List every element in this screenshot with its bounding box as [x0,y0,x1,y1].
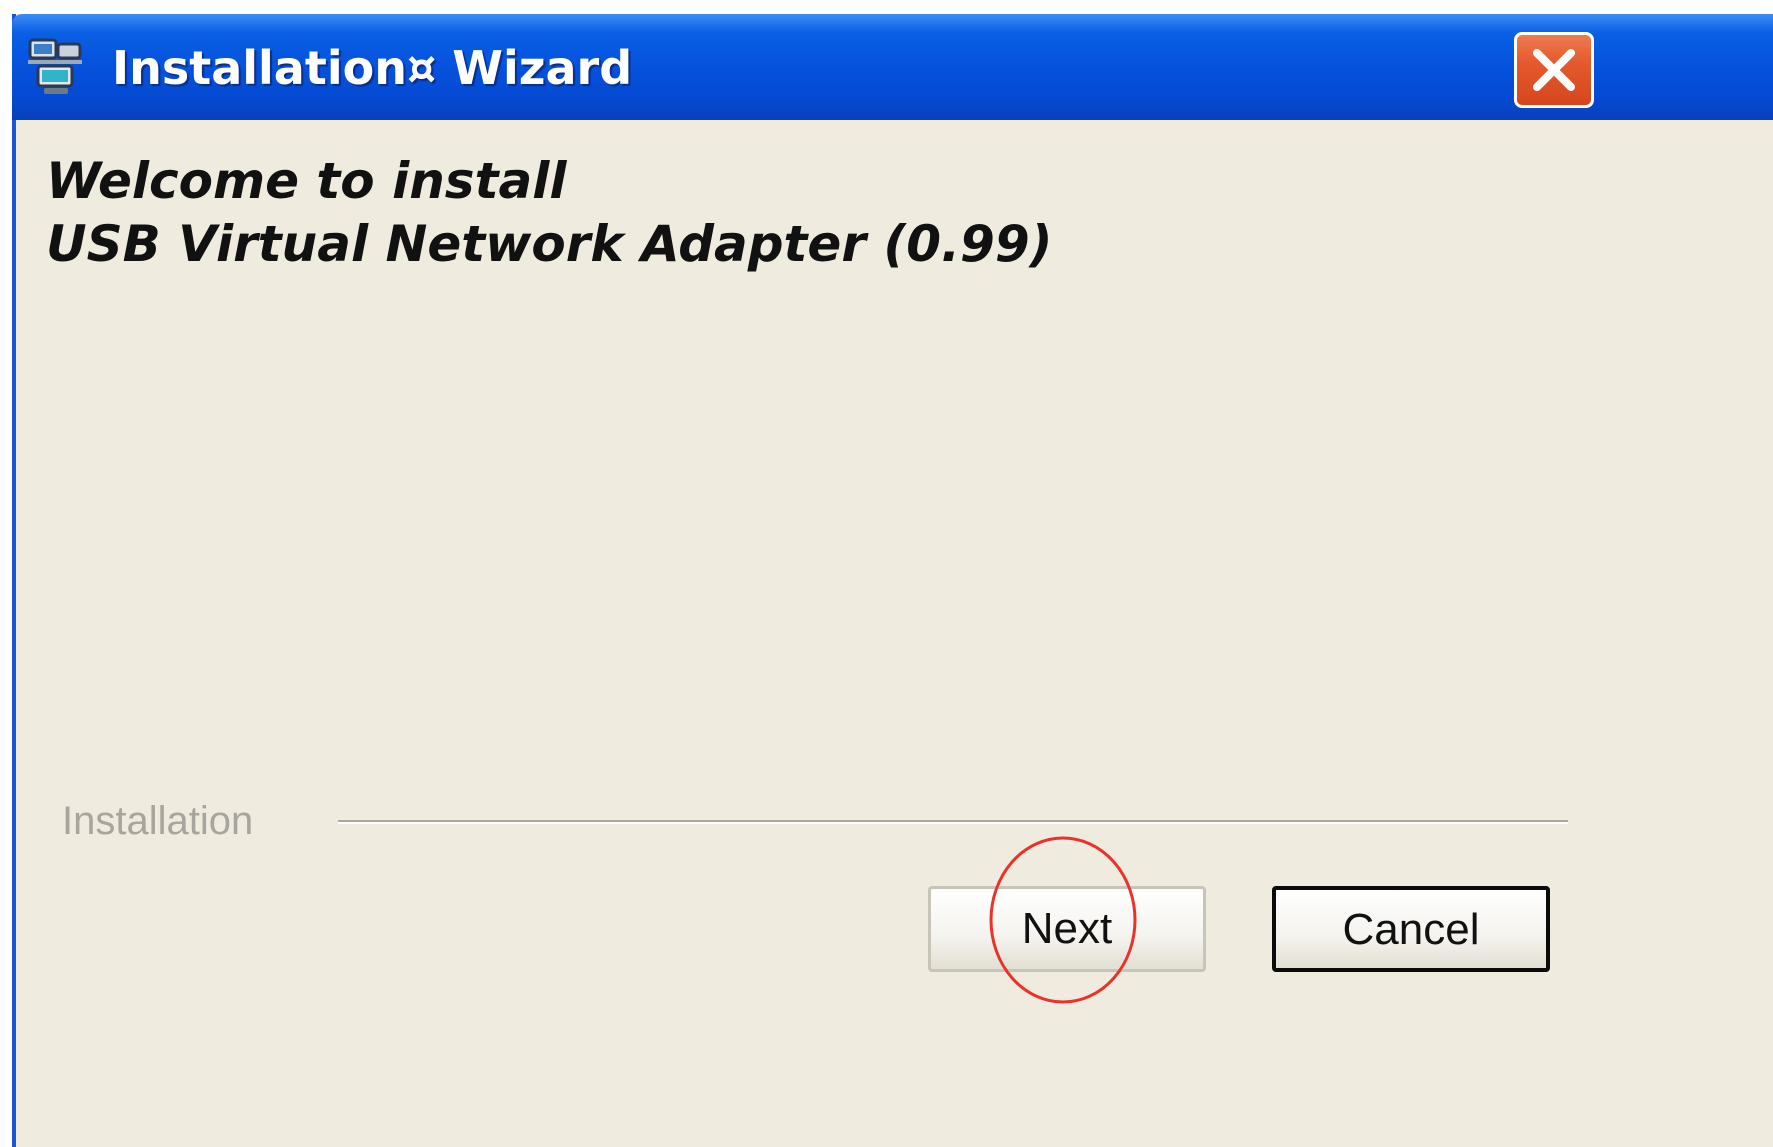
installation-group-label: Installation [62,799,254,843]
cancel-button[interactable]: Cancel [1272,886,1550,972]
network-computers-icon [24,36,86,98]
product-name-heading: USB Virtual Network Adapter (0.99) [46,215,1053,273]
separator-line [338,820,1568,824]
close-button[interactable] [1514,32,1594,108]
next-button[interactable]: Next [928,886,1206,972]
welcome-heading: Welcome to install [46,152,567,210]
installation-wizard-window: Installation¤ Wizard Welcome to install … [12,14,1773,1147]
close-icon [1533,49,1575,91]
window-title: Installation¤ Wizard [112,41,633,95]
title-bar[interactable]: Installation¤ Wizard [12,14,1773,120]
